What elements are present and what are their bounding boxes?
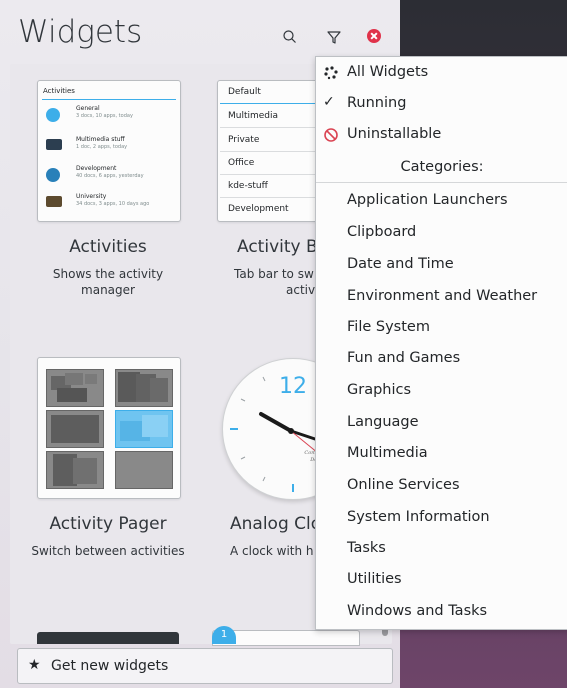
- preview-divider: [42, 99, 176, 100]
- pager-desktop: [115, 369, 173, 407]
- activity-title: University: [76, 193, 107, 200]
- tab-divider: [220, 197, 326, 198]
- menu-item-category[interactable]: Clipboard: [347, 224, 416, 240]
- filter-icon[interactable]: [325, 28, 343, 46]
- widget-description-line: manager: [81, 283, 135, 297]
- activity-subtitle: 1 doc, 2 apps, today: [76, 144, 128, 150]
- page-title: Widgets: [18, 14, 143, 50]
- tab-divider: [220, 127, 326, 128]
- all-widgets-icon: [324, 66, 338, 80]
- widget-name: Activities: [69, 237, 147, 257]
- notification-badge: 1: [212, 626, 236, 644]
- star-icon: ★: [28, 657, 41, 673]
- activity-title: Development: [76, 165, 117, 172]
- close-icon[interactable]: [367, 29, 381, 43]
- get-new-widgets-label: Get new widgets: [51, 658, 169, 674]
- menu-item-running[interactable]: ✓ Running: [316, 92, 567, 116]
- widget-description: Switch between activities: [31, 544, 185, 558]
- widget-description-line: Shows the activity: [52, 267, 164, 281]
- pager-desktop: [46, 451, 104, 489]
- menu-item-label: Running: [347, 95, 407, 111]
- menu-item-all-widgets[interactable]: All Widgets: [316, 61, 567, 85]
- pager-desktop: [115, 451, 173, 489]
- activity-icon: [46, 196, 62, 207]
- search-icon[interactable]: [281, 28, 299, 46]
- activity-subtitle: 3 docs, 10 apps, today: [76, 113, 133, 119]
- tab-development: Development: [228, 204, 289, 214]
- list-item: General 3 docs, 10 apps, today: [44, 105, 174, 125]
- tab-divider: [220, 103, 326, 104]
- activity-icon: [46, 139, 62, 150]
- menu-divider: [316, 182, 567, 183]
- widget-description: Shows the activity manager: [27, 266, 189, 298]
- menu-item-category[interactable]: Utilities: [347, 571, 402, 587]
- activity-icon: [46, 168, 60, 182]
- list-item: Multimedia stuff 1 doc, 2 apps, today: [44, 136, 174, 156]
- get-new-widgets-button[interactable]: ★ Get new widgets: [17, 648, 393, 684]
- pager-desktop: [46, 410, 104, 448]
- menu-item-label: All Widgets: [347, 64, 429, 80]
- pager-desktop-active: [115, 410, 173, 448]
- menu-item-category[interactable]: Fun and Games: [347, 350, 460, 366]
- check-icon: ✓: [323, 94, 335, 110]
- menu-item-category[interactable]: System Information: [347, 509, 490, 525]
- activity-icon: [46, 108, 60, 122]
- activity-title: General: [76, 105, 100, 112]
- activity-pager-preview: [37, 357, 181, 499]
- tab-office: Office: [228, 158, 255, 168]
- tab-multimedia: Multimedia: [228, 111, 279, 121]
- menu-item-category[interactable]: Windows and Tasks: [347, 603, 487, 619]
- tab-private: Private: [228, 135, 260, 145]
- activity-subtitle: 34 docs, 3 apps, 10 days ago: [76, 201, 150, 207]
- filter-menu: All Widgets ✓ Running Uninstallable Cate…: [315, 56, 567, 630]
- activity-subtitle: 40 docs, 6 apps, yesterday: [76, 173, 144, 179]
- activity-bar-preview: Default Multimedia Private Office kde-st…: [217, 80, 329, 222]
- menu-item-category[interactable]: Application Launchers: [347, 192, 508, 208]
- forbidden-icon: [324, 128, 338, 142]
- tab-default: Default: [228, 87, 261, 97]
- tab-kde-stuff: kde-stuff: [228, 181, 268, 191]
- menu-item-label: Uninstallable: [347, 126, 442, 142]
- activities-preview: Activities General 3 docs, 10 apps, toda…: [37, 80, 181, 222]
- menu-section-header: Categories:: [400, 159, 484, 175]
- tab-divider: [220, 174, 326, 175]
- widget-preview-partial: [37, 632, 179, 644]
- menu-item-category[interactable]: Environment and Weather: [347, 288, 537, 304]
- menu-item-category[interactable]: Tasks: [347, 540, 386, 556]
- pager-desktop: [46, 369, 104, 407]
- list-item: Development 40 docs, 6 apps, yesterday: [44, 165, 174, 185]
- menu-item-category[interactable]: Multimedia: [347, 445, 428, 461]
- preview-header: Activities: [43, 87, 75, 95]
- menu-item-category[interactable]: Language: [347, 414, 419, 430]
- menu-item-category[interactable]: Date and Time: [347, 256, 454, 272]
- list-item: University 34 docs, 3 apps, 10 days ago: [44, 193, 174, 213]
- clock-hour-label: 12: [279, 374, 307, 399]
- menu-item-uninstallable[interactable]: Uninstallable: [316, 123, 567, 147]
- tab-divider: [220, 151, 326, 152]
- menu-item-category[interactable]: File System: [347, 319, 430, 335]
- menu-item-category[interactable]: Online Services: [347, 477, 460, 493]
- menu-item-category[interactable]: Graphics: [347, 382, 411, 398]
- widget-name: Activity Pager: [49, 514, 167, 534]
- activity-title: Multimedia stuff: [76, 136, 125, 143]
